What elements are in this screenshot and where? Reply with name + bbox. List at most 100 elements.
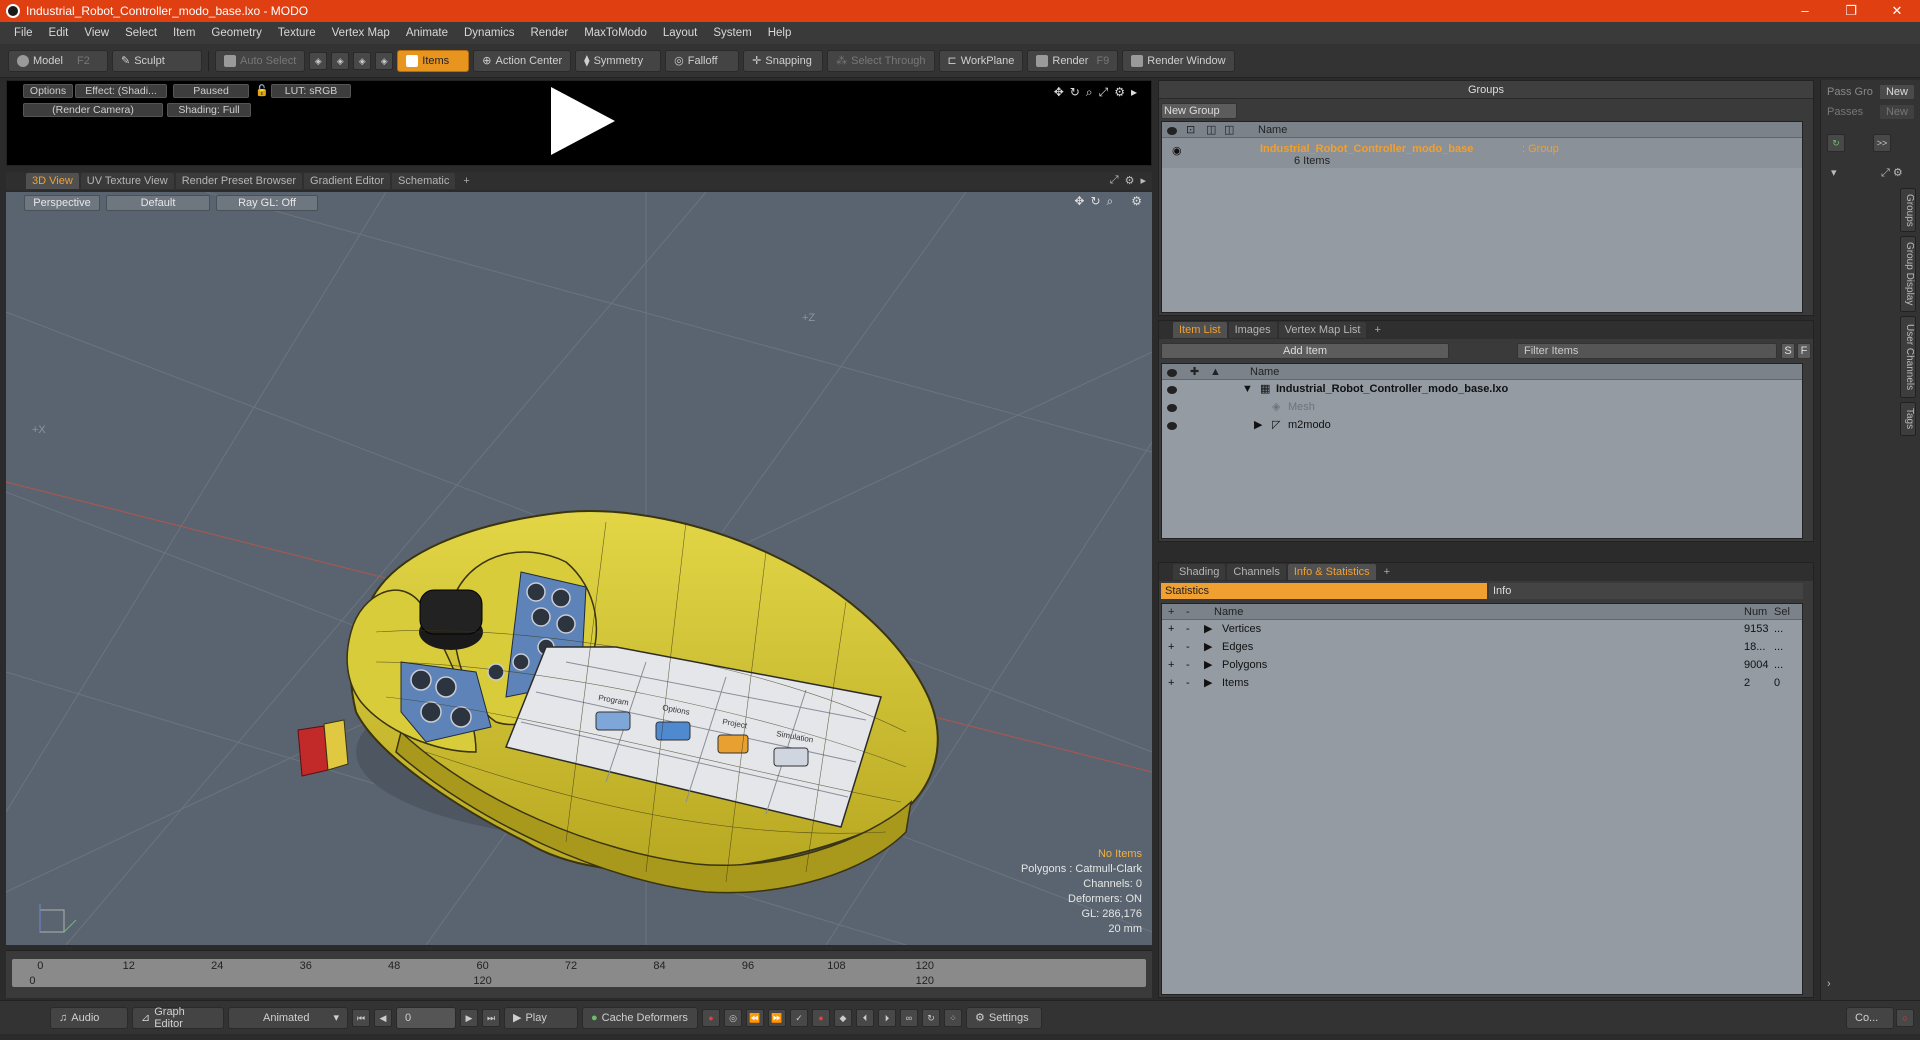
menu-geometry[interactable]: Geometry <box>203 27 270 39</box>
materials-mode-icon[interactable]: ◈ <box>375 51 394 70</box>
arrow-right-icon[interactable]: ▸ <box>1131 85 1137 100</box>
frame-input[interactable]: 0 <box>396 1006 456 1029</box>
tab-images[interactable]: Images <box>1228 322 1277 338</box>
prev-frame-icon[interactable]: ⏴ <box>856 1008 874 1027</box>
arrow-right-icon[interactable]: ▸ <box>1140 174 1146 187</box>
options-icon[interactable]: ⁘ <box>944 1008 962 1027</box>
snapping-button[interactable]: ✛ Snapping <box>743 49 824 72</box>
step-forward-icon[interactable]: ▶ <box>460 1008 478 1027</box>
refresh-icon[interactable]: ↻ <box>1827 134 1845 152</box>
eye-icon[interactable] <box>1167 386 1177 394</box>
symmetry-button[interactable]: ⧫ Symmetry <box>575 49 662 72</box>
eye-icon[interactable] <box>1167 404 1177 412</box>
stats-row-edges[interactable]: + - ▶ Edges 18... ... <box>1162 638 1802 656</box>
side-tab-tags[interactable]: Tags <box>1900 402 1916 436</box>
preview-options-button[interactable]: Options <box>23 84 73 98</box>
record-indicator-icon[interactable]: ○ <box>1896 1008 1914 1027</box>
menu-render[interactable]: Render <box>522 27 576 39</box>
next-key-icon[interactable]: ⏩ <box>768 1008 786 1027</box>
auto-select-button[interactable]: Auto Select <box>215 49 306 72</box>
menu-item[interactable]: Item <box>165 27 203 39</box>
maximize-pane-icon[interactable]: ⤢ <box>1110 174 1119 187</box>
collapse-all-icon[interactable]: - <box>1186 604 1190 620</box>
tab-3d-view[interactable]: 3D View <box>26 173 79 189</box>
tab-schematic[interactable]: Schematic <box>392 173 456 189</box>
items-mode-button[interactable]: Items <box>397 49 470 72</box>
tab-info-statistics[interactable]: Info & Statistics <box>1287 564 1376 580</box>
zoom-icon[interactable]: ⌕ <box>1107 194 1114 209</box>
preview-camera-dropdown[interactable]: (Render Camera) <box>23 103 163 117</box>
view-perspective-dropdown[interactable]: Perspective <box>24 195 100 211</box>
tree-row-m2modo[interactable]: ▶ ◸ m2modo <box>1162 416 1802 434</box>
edges-mode-icon[interactable]: ◈ <box>331 51 350 70</box>
f-button[interactable]: F <box>1797 343 1811 359</box>
tab-uv-texture-view[interactable]: UV Texture View <box>80 173 174 189</box>
link-icon[interactable]: ∞ <box>900 1008 918 1027</box>
rotate-icon[interactable]: ↻ <box>1090 194 1100 209</box>
preview-shading-dropdown[interactable]: Shading: Full <box>167 103 251 117</box>
tab-channels[interactable]: Channels <box>1227 564 1286 580</box>
sculpt-mode-button[interactable]: ✎ Sculpt <box>112 49 202 72</box>
stats-row-items[interactable]: + - ▶ Items 2 0 <box>1162 674 1802 692</box>
expand-icon[interactable]: ▶ <box>1204 620 1212 638</box>
go-to-start-icon[interactable]: ⏮ <box>352 1008 370 1027</box>
record-key-icon[interactable]: ● <box>702 1008 720 1027</box>
menu-select[interactable]: Select <box>117 27 165 39</box>
select-through-button[interactable]: ⁂ Select Through <box>827 49 935 72</box>
menu-edit[interactable]: Edit <box>41 27 77 39</box>
view-default-dropdown[interactable]: Default <box>106 195 210 211</box>
menu-dynamics[interactable]: Dynamics <box>456 27 522 39</box>
preview-lut-dropdown[interactable]: LUT: sRGB <box>271 84 351 98</box>
eye-icon[interactable] <box>1167 422 1177 430</box>
rotate-icon[interactable]: ↻ <box>1070 85 1080 100</box>
statistics-tab[interactable]: Statistics <box>1161 583 1487 599</box>
close-button[interactable]: ✕ <box>1874 0 1920 22</box>
gear-icon[interactable]: ⚙ <box>1125 174 1135 187</box>
refresh-icon[interactable]: ↻ <box>922 1008 940 1027</box>
tab-item-list[interactable]: Item List <box>1173 322 1227 338</box>
menu-system[interactable]: System <box>705 27 759 39</box>
tab-vertex-map-list[interactable]: Vertex Map List <box>1278 322 1367 338</box>
polygons-mode-icon[interactable]: ◈ <box>353 51 372 70</box>
expand-all-icon[interactable]: + <box>1168 604 1174 620</box>
render-button[interactable]: Render F9 <box>1027 49 1119 72</box>
menu-view[interactable]: View <box>76 27 117 39</box>
preview-paused-button[interactable]: Paused <box>173 84 249 98</box>
model-mode-button[interactable]: Model F2 <box>8 49 108 72</box>
chevron-down-icon[interactable]: ▾ <box>1831 166 1837 179</box>
workplane-button[interactable]: ⊏ WorkPlane <box>938 49 1024 72</box>
render-window-button[interactable]: Render Window <box>1122 49 1235 72</box>
tab-gradient-editor[interactable]: Gradient Editor <box>304 173 390 189</box>
falloff-button[interactable]: ◎ Falloff <box>665 49 740 72</box>
vertices-mode-icon[interactable]: ◈ <box>309 51 328 70</box>
minimize-button[interactable]: – <box>1782 0 1828 22</box>
settings-button[interactable]: ⚙ Settings <box>966 1006 1042 1029</box>
3d-viewport[interactable]: Program Options Project Simulation Persp… <box>6 192 1152 945</box>
preview-effect-dropdown[interactable]: Effect: (Shadi... <box>75 84 167 98</box>
co-button[interactable]: Co... <box>1846 1006 1894 1029</box>
auto-key-icon[interactable]: ◎ <box>724 1008 742 1027</box>
menu-help[interactable]: Help <box>760 27 800 39</box>
view-raygl-dropdown[interactable]: Ray GL: Off <box>216 195 318 211</box>
animated-dropdown[interactable]: Animated ▾ <box>228 1006 348 1029</box>
audio-button[interactable]: ♫ Audio <box>50 1006 128 1029</box>
tab-shading[interactable]: Shading <box>1173 564 1226 580</box>
gear-icon[interactable]: ⚙ <box>1114 85 1125 100</box>
add-tab-button[interactable]: + <box>457 173 475 189</box>
play-button[interactable]: ▶ Play <box>504 1006 578 1029</box>
stats-row-polygons[interactable]: + - ▶ Polygons 9004 ... <box>1162 656 1802 674</box>
tree-row-scene[interactable]: ▼ ▦ Industrial_Robot_Controller_modo_bas… <box>1162 380 1802 398</box>
add-tab-button[interactable]: + <box>1368 322 1386 338</box>
joystick[interactable] <box>419 589 483 635</box>
lock-icon[interactable]: 🔓 <box>255 84 269 97</box>
step-back-icon[interactable]: ◀ <box>374 1008 392 1027</box>
keyframe-icon[interactable]: ◆ <box>834 1008 852 1027</box>
expand-icon[interactable]: ▼ <box>1242 380 1253 398</box>
expand-icon[interactable]: ▶ <box>1204 656 1212 674</box>
fullscreen-icon[interactable]: ⤢ <box>1099 85 1109 100</box>
s-button[interactable]: S <box>1781 343 1795 359</box>
next-frame-icon[interactable]: ⏵ <box>878 1008 896 1027</box>
menu-vertex-map[interactable]: Vertex Map <box>324 27 398 39</box>
prev-key-icon[interactable]: ⏪ <box>746 1008 764 1027</box>
go-to-end-icon[interactable]: ⏭ <box>482 1008 500 1027</box>
